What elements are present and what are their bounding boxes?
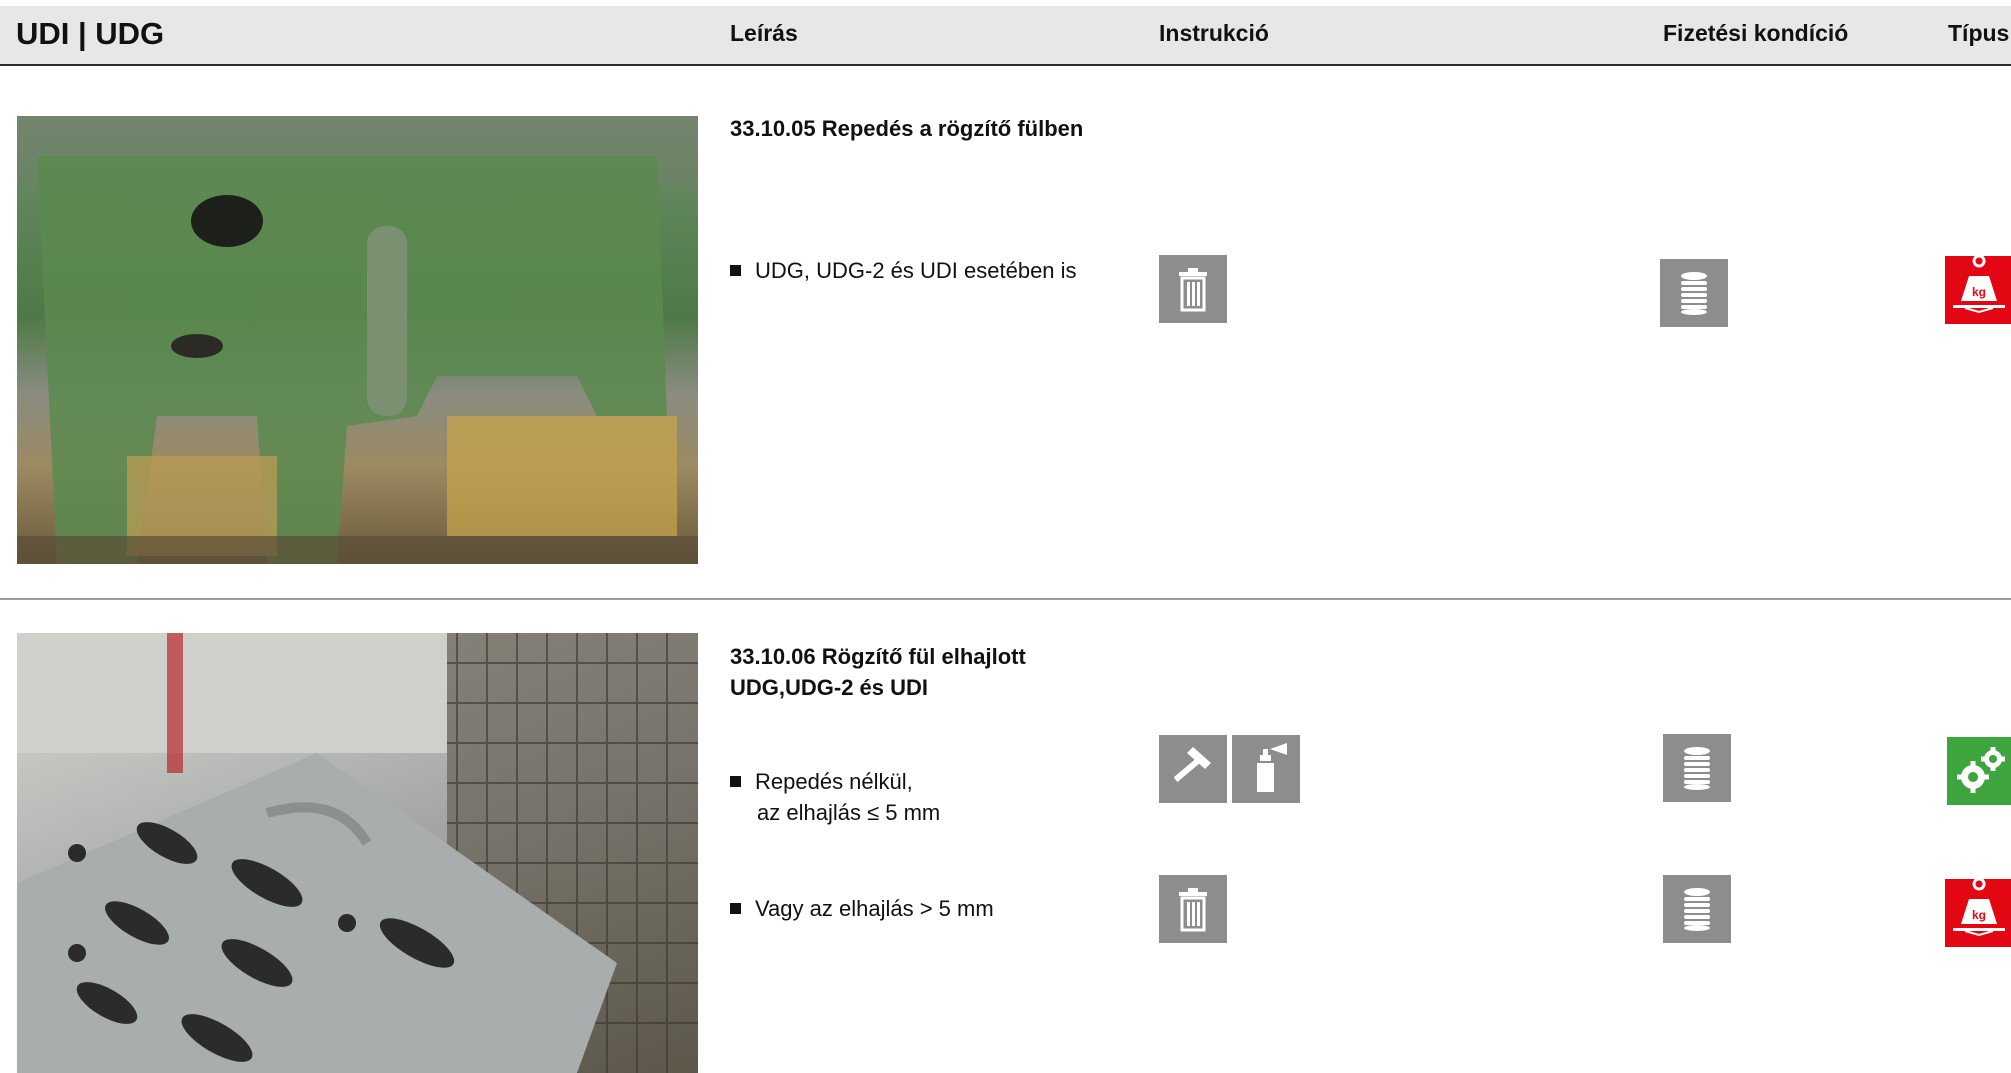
kg-label: kg xyxy=(1972,285,1986,299)
gears-icon xyxy=(1947,737,2011,805)
section-title: 33.10.05 Repedés a rögzítő fülben xyxy=(730,116,1084,141)
weight-kg-icon: kg xyxy=(1945,256,2011,324)
list-item: Repedés nélkül, xyxy=(730,766,913,797)
hammer-icon xyxy=(1159,735,1227,803)
list-item: UDG, UDG-2 és UDI esetében is xyxy=(730,255,1077,286)
weight-kg-icon: kg xyxy=(1945,879,2011,947)
trash-icon xyxy=(1159,875,1227,943)
column-header-instruction: Instrukció xyxy=(1159,20,1269,46)
section-title-line1: 33.10.06 Rögzítő fül elhajlott xyxy=(730,644,1026,669)
coin-stack-icon xyxy=(1663,875,1731,943)
bullet-square-icon xyxy=(730,775,741,787)
damaged-green-fixing-lug-photo xyxy=(17,116,698,564)
column-header-description: Leírás xyxy=(730,20,798,46)
list-item-continuation: az elhajlás ≤ 5 mm xyxy=(757,800,941,825)
column-header-type: Típus xyxy=(1948,20,2010,46)
bent-steel-platform-photo xyxy=(17,633,698,1073)
coin-stack-icon xyxy=(1660,259,1728,327)
coin-stack-icon xyxy=(1663,734,1731,802)
column-header-payment: Fizetési kondíció xyxy=(1663,20,1849,46)
trash-icon xyxy=(1159,255,1227,323)
bullet-square-icon xyxy=(730,902,741,914)
spray-can-icon xyxy=(1232,735,1300,803)
bullet-square-icon xyxy=(730,264,741,276)
section-title-line2: UDG,UDG-2 és UDI xyxy=(730,675,929,700)
kg-label: kg xyxy=(1972,908,1986,922)
list-item: Vagy az elhajlás > 5 mm xyxy=(730,893,994,924)
table-header: UDI | UDG Leírás Instrukció Fizetési kon… xyxy=(0,6,2011,66)
section-divider xyxy=(0,598,2011,600)
page-title: UDI | UDG xyxy=(16,16,165,51)
